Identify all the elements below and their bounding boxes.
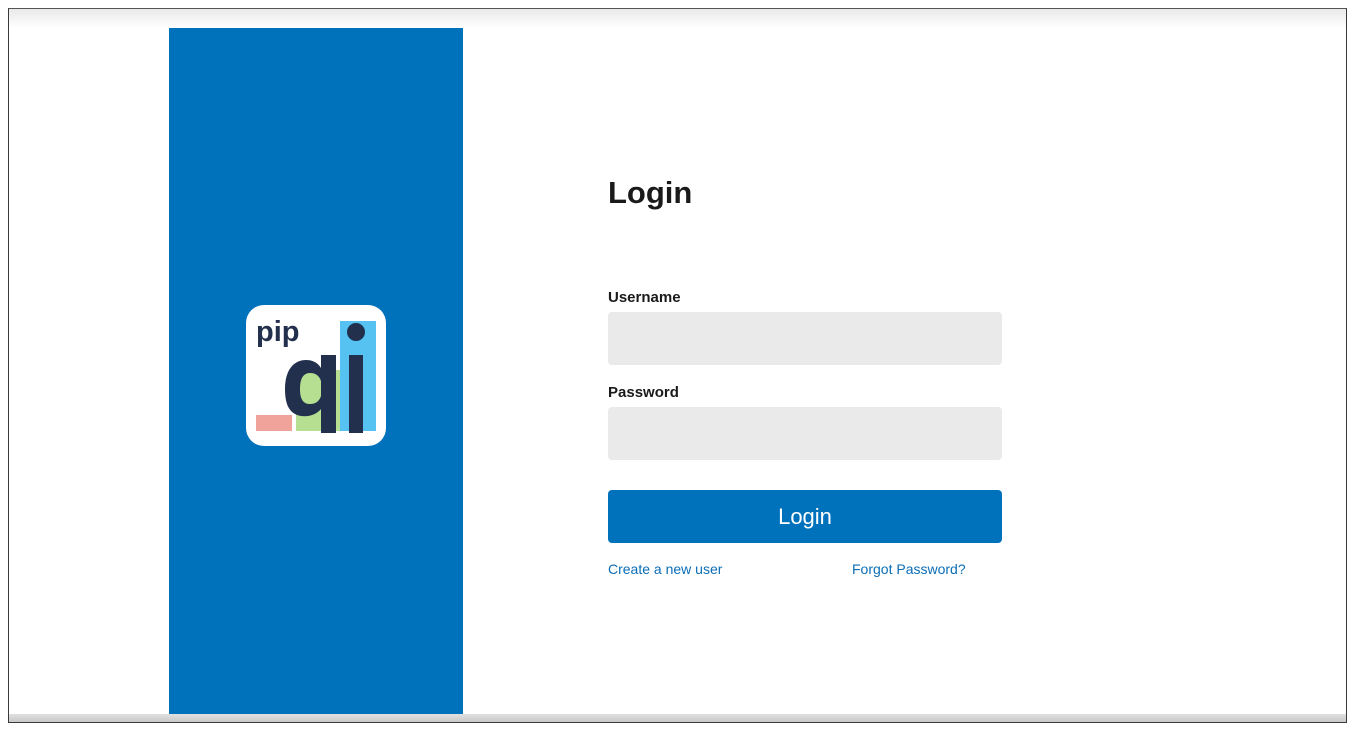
logo-red-bar: [256, 415, 292, 431]
browser-viewport: pip Login Username Password Login Create…: [8, 8, 1347, 723]
logo-i-dot: [347, 323, 365, 341]
create-user-link[interactable]: Create a new user: [608, 561, 722, 577]
login-button[interactable]: Login: [608, 490, 1002, 543]
username-label: Username: [608, 289, 681, 306]
pipqi-logo-graphic: pip: [256, 316, 376, 433]
username-input[interactable]: [608, 312, 1002, 365]
brand-panel: pip: [169, 28, 463, 722]
bottom-shadow: [9, 714, 1346, 722]
password-input[interactable]: [608, 407, 1002, 460]
page-title: Login: [608, 175, 693, 210]
logo-pip-text: pip: [256, 316, 300, 348]
password-label: Password: [608, 384, 679, 401]
forgot-password-link[interactable]: Forgot Password?: [852, 561, 966, 577]
top-shadow: [9, 9, 1346, 29]
logo-i-stem: [349, 355, 363, 433]
pipqi-logo: pip: [246, 305, 386, 446]
